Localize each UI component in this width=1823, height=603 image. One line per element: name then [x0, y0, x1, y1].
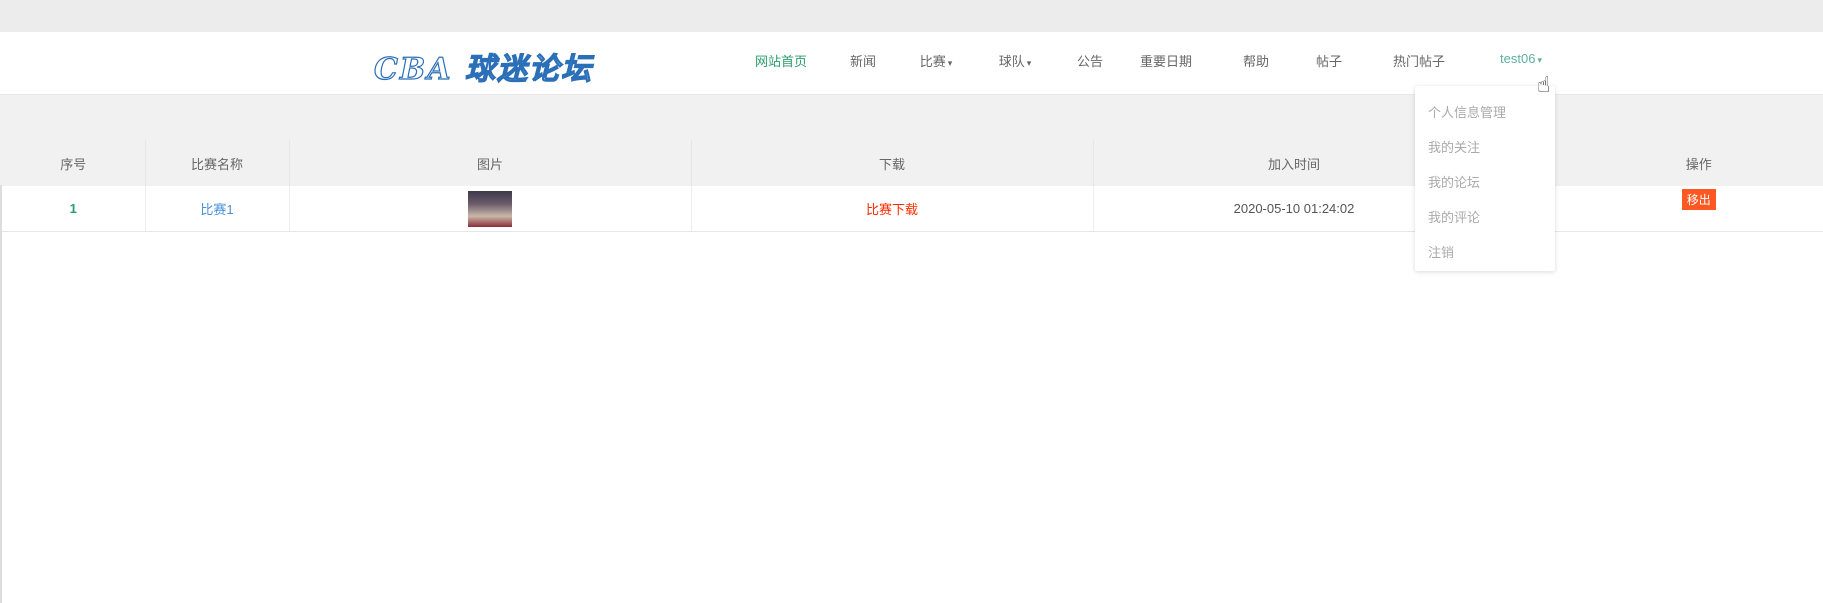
nav-teams[interactable]: 球队 ▾ — [999, 51, 1032, 70]
browser-top-bar — [0, 0, 1823, 32]
caret-down-icon: ▾ — [1026, 58, 1032, 68]
match-name-link[interactable]: 比赛1 — [145, 186, 290, 232]
nav-matches[interactable]: 比赛 ▾ — [920, 51, 953, 70]
hand-cursor-icon: ☝ — [1537, 72, 1551, 97]
nav-important-dates[interactable]: 重要日期 — [1140, 51, 1192, 70]
col-name: 比赛名称 — [145, 140, 290, 186]
nav-user-menu[interactable]: test06 ▾ — [1500, 51, 1542, 66]
nav-help[interactable]: 帮助 — [1243, 51, 1269, 70]
image-cell — [289, 186, 692, 232]
username: test06 — [1500, 51, 1536, 66]
menu-my-follows[interactable]: 我的关注 — [1428, 137, 1480, 156]
col-download: 下载 — [691, 140, 1094, 186]
col-index: 序号 — [2, 140, 146, 186]
caret-down-icon: ▾ — [1537, 55, 1542, 65]
nav-matches-label: 比赛 — [919, 54, 946, 69]
caret-down-icon: ▾ — [947, 58, 953, 68]
site-logo[interactable]: CBA 球迷论坛 — [373, 44, 593, 88]
nav-posts[interactable]: 帖子 — [1316, 51, 1342, 70]
user-dropdown-menu: 个人信息管理 我的关注 我的论坛 我的评论 注销 — [1415, 86, 1555, 271]
menu-logout[interactable]: 注销 — [1428, 242, 1454, 261]
row-index: 1 — [2, 186, 146, 232]
menu-profile[interactable]: 个人信息管理 — [1428, 102, 1506, 121]
match-thumbnail[interactable] — [468, 190, 512, 227]
menu-my-comments[interactable]: 我的评论 — [1428, 207, 1480, 226]
nav-teams-label: 球队 — [998, 54, 1025, 69]
nav-news[interactable]: 新闻 — [850, 51, 876, 70]
download-link[interactable]: 比赛下载 — [691, 186, 1094, 232]
menu-my-forum[interactable]: 我的论坛 — [1428, 172, 1480, 191]
nav-home[interactable]: 网站首页 — [755, 51, 807, 70]
nav-announcements[interactable]: 公告 — [1077, 51, 1103, 70]
col-image: 图片 — [289, 140, 692, 186]
remove-button[interactable]: 移出 — [1681, 189, 1716, 210]
nav-hot-posts[interactable]: 热门帖子 — [1393, 51, 1445, 70]
